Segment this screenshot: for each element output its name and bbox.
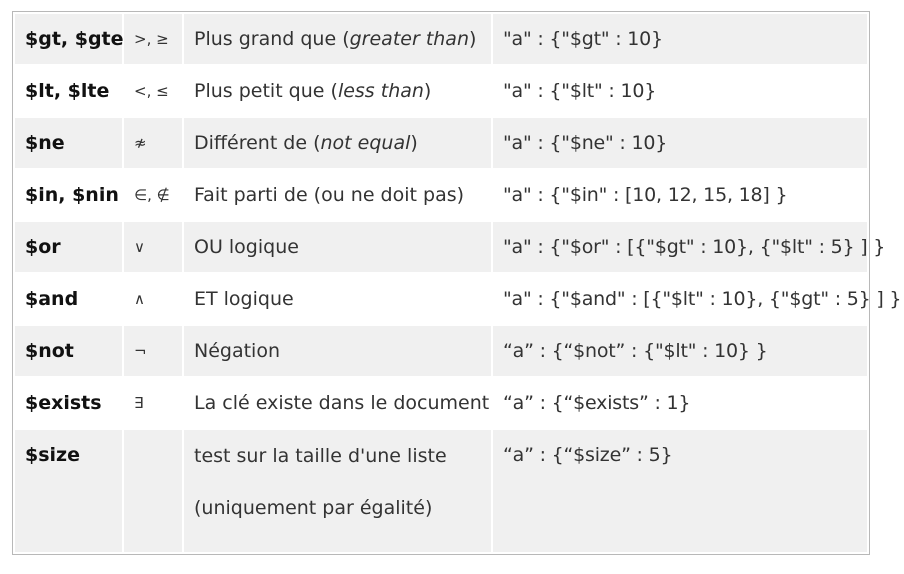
description-text: ): [410, 131, 418, 154]
example-cell: "a" : {"$in" : [10, 12, 15, 18] }: [493, 170, 867, 220]
example-cell: “a” : {“$exists” : 1}: [493, 378, 867, 428]
description-line-2: (uniquement par égalité): [194, 497, 433, 519]
table-row-in: $in, $nin ∈, ∉ Fait parti de (ou ne doit…: [15, 170, 867, 220]
symbol-cell: ∧: [124, 274, 182, 324]
description-italic: not equal: [320, 131, 411, 154]
table-row-or: $or ∨ OU logique "a" : {"$or" : [{"$gt" …: [15, 222, 885, 272]
description-cell: test sur la taille d'une liste (uniquemen…: [184, 430, 491, 552]
description-cell: Fait parti de (ou ne doit pas): [184, 170, 491, 220]
operator-cell: $size: [15, 430, 122, 552]
symbol-cell: ¬: [124, 326, 182, 376]
description-text: ): [423, 79, 432, 102]
table-row-lt: $lt, $lte <, ≤ Plus petit que (less than…: [15, 66, 867, 116]
description-cell: OU logique: [184, 222, 491, 272]
description-cell: ET logique: [184, 274, 491, 324]
symbol-cell: ∨: [124, 222, 182, 272]
symbol-cell: ≉: [124, 118, 182, 168]
operators-table: $gt, $gte >, ≥ Plus grand que (greater t…: [12, 11, 902, 555]
example-cell: “a” : {“$not” : {"$lt" : 10} }: [493, 326, 867, 376]
description-text: ): [469, 27, 477, 50]
symbol-cell: [124, 430, 182, 552]
table-row-not: $not ¬ Négation “a” : {“$not” : {"$lt" :…: [15, 326, 867, 376]
operator-cell: $in, $nin: [15, 170, 122, 220]
example-cell: “a” : {“$size” : 5}: [493, 430, 867, 552]
symbol-cell: >, ≥: [124, 14, 182, 64]
symbol-cell: ∈, ∉: [124, 170, 182, 220]
operator-cell: $ne: [15, 118, 122, 168]
example-cell: "a" : {"$lt" : 10}: [493, 66, 867, 116]
example-cell: "a" : {"$and" : [{"$lt" : 10}, {"$gt" : …: [493, 274, 902, 324]
operator-cell: $gt, $gte: [15, 14, 124, 64]
table-row-ne: $ne ≉ Différent de (not equal) "a" : {"$…: [15, 118, 867, 168]
symbol-cell: <, ≤: [124, 66, 182, 116]
operator-cell: $not: [15, 326, 122, 376]
description-text: Plus petit que (: [194, 79, 338, 102]
operator-cell: $or: [15, 222, 122, 272]
description-cell: Différent de (not equal): [184, 118, 491, 168]
operator-cell: $exists: [15, 378, 122, 428]
description-cell: Plus petit que (less than): [184, 66, 491, 116]
description-text: Plus grand que (: [194, 27, 350, 50]
example-cell: "a" : {"$or" : [{"$gt" : 10}, {"$lt" : 5…: [493, 222, 885, 272]
description-text: Différent de (: [194, 131, 321, 154]
description-line-1: test sur la taille d'une liste: [194, 445, 447, 467]
example-cell: "a" : {"$gt" : 10}: [493, 14, 867, 64]
operators-grid: $gt, $gte >, ≥ Plus grand que (greater t…: [13, 12, 902, 554]
description-cell: La clé existe dans le document: [184, 378, 491, 428]
table-row-size: $size test sur la taille d'une liste (uni…: [15, 430, 867, 552]
example-cell: "a" : {"$ne" : 10}: [493, 118, 867, 168]
table-row-and: $and ∧ ET logique "a" : {"$and" : [{"$lt…: [15, 274, 902, 324]
description-italic: less than: [337, 79, 424, 102]
table-row-exists: $exists ∃ La clé existe dans le document…: [15, 378, 867, 428]
symbol-cell: ∃: [124, 378, 182, 428]
operator-cell: $and: [15, 274, 122, 324]
table-row-gt: $gt, $gte >, ≥ Plus grand que (greater t…: [15, 14, 867, 64]
description-cell: Plus grand que (greater than): [184, 14, 491, 64]
description-cell: Négation: [184, 326, 491, 376]
operator-cell: $lt, $lte: [15, 66, 122, 116]
description-italic: greater than: [349, 27, 469, 50]
